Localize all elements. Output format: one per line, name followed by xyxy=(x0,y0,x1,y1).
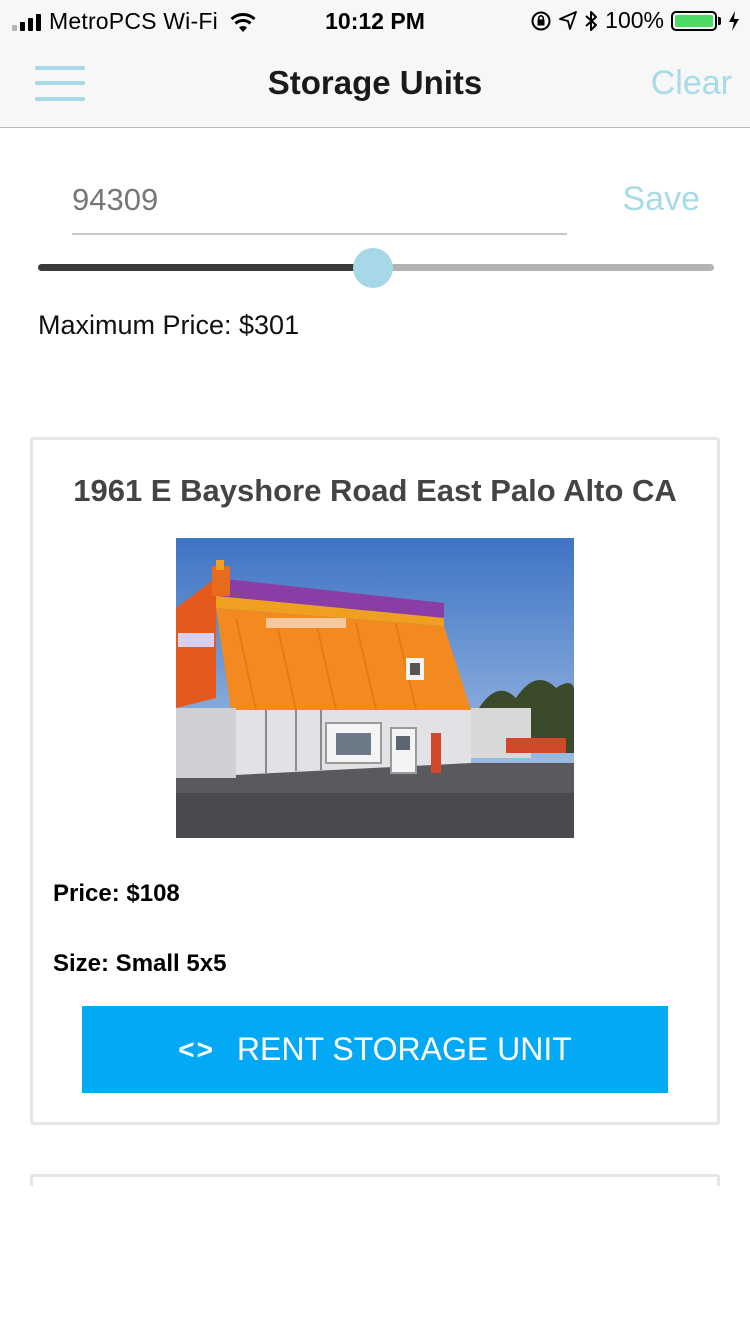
rent-storage-unit-button[interactable]: <> RENT STORAGE UNIT xyxy=(82,1006,668,1093)
unit-price: Price: $108 xyxy=(53,880,180,907)
slider-track-fill xyxy=(38,264,373,271)
battery-nub xyxy=(718,16,721,25)
location-arrow-icon xyxy=(559,10,578,30)
code-brackets-icon: <> xyxy=(178,1033,215,1065)
clear-button[interactable]: Clear xyxy=(651,64,732,103)
unit-size: Size: Small 5x5 xyxy=(53,950,227,977)
rent-button-label: RENT STORAGE UNIT xyxy=(236,1031,572,1067)
zip-code-input[interactable] xyxy=(72,175,567,225)
save-button[interactable]: Save xyxy=(623,180,701,219)
unit-address: 1961 E Bayshore Road East Palo Alto CA xyxy=(73,473,677,508)
page-title: Storage Units xyxy=(267,64,483,101)
zip-field-wrapper xyxy=(72,165,567,235)
orientation-lock-icon xyxy=(531,11,551,30)
bluetooth-icon xyxy=(585,10,598,31)
max-price-slider[interactable] xyxy=(38,248,714,288)
max-price-label: Maximum Price: $301 xyxy=(38,310,300,340)
status-right: 100% xyxy=(530,7,740,34)
battery-percent: 100% xyxy=(605,7,664,33)
storage-facility-photo xyxy=(176,538,574,838)
battery-icon xyxy=(671,10,717,31)
app-screen: MetroPCS Wi-Fi 10:12 PM 100% Storage Uni… xyxy=(0,0,750,1334)
slider-thumb[interactable] xyxy=(353,248,393,288)
page-bottom-blank xyxy=(0,1186,750,1334)
status-bar: MetroPCS Wi-Fi 10:12 PM 100% xyxy=(0,0,750,40)
nav-bar: Storage Units Clear xyxy=(0,40,750,128)
storage-unit-card: 1961 E Bayshore Road East Palo Alto CA P… xyxy=(30,437,720,1125)
charging-bolt-icon xyxy=(729,10,739,31)
